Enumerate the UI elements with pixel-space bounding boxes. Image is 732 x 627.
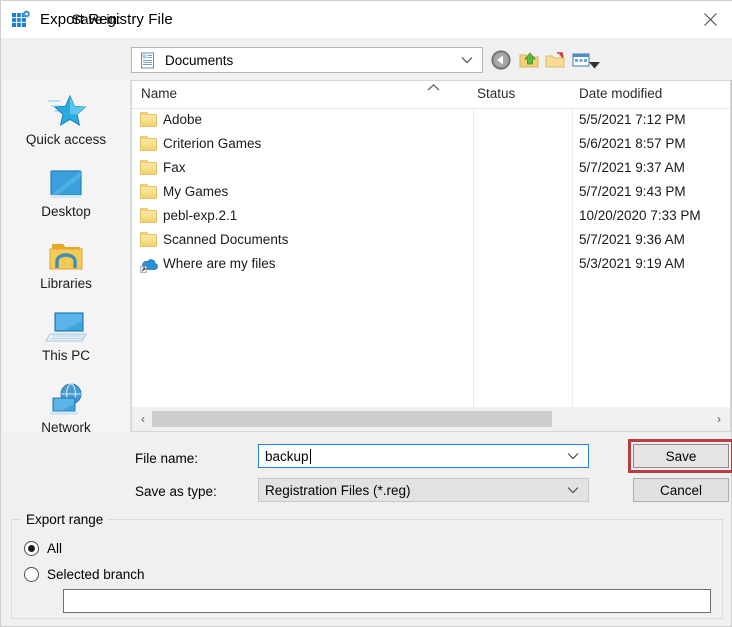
file-name: Fax (163, 160, 186, 175)
folder-icon (140, 184, 158, 201)
places-sidebar: Quick access Desktop Libraries This PC N… (2, 80, 131, 435)
radio-button-icon[interactable] (24, 541, 39, 556)
file-name-value: backup (265, 448, 309, 464)
sidebar-item-libraries[interactable]: Libraries (2, 232, 130, 291)
monitor-icon (2, 160, 130, 202)
save-as-type-label: Save as type: (135, 484, 217, 499)
file-list-horizontal-scrollbar[interactable]: ‹ › (131, 407, 731, 432)
file-name: Adobe (163, 112, 203, 127)
chevron-down-icon[interactable] (567, 481, 579, 499)
folder-icon (140, 160, 158, 177)
sidebar-item-label: Network (41, 420, 91, 435)
table-row[interactable]: Fax 5/7/2021 9:37 AM (132, 157, 730, 181)
file-name: Criterion Games (163, 136, 262, 151)
back-button[interactable] (490, 49, 512, 71)
file-date-modified: 5/6/2021 8:57 PM (579, 136, 686, 151)
export-registry-file-dialog: Export Registry File Save in: Documents … (0, 0, 732, 627)
save-as-type-value: Registration Files (*.reg) (265, 482, 411, 498)
save-in-combobox[interactable]: Documents (131, 47, 483, 73)
folder-icon (140, 208, 158, 225)
onedrive-shortcut-icon (140, 256, 158, 273)
column-header-date[interactable]: Date modified (579, 86, 662, 101)
save-in-label: Save in: (72, 12, 121, 27)
libraries-folder-icon (2, 232, 130, 274)
save-button[interactable]: Save (633, 444, 729, 468)
radio-all[interactable]: All (24, 541, 62, 556)
sidebar-item-label: This PC (41, 348, 90, 363)
file-date-modified: 10/20/2020 7:33 PM (579, 208, 701, 223)
views-chevron-down-icon[interactable] (589, 56, 600, 74)
file-name: Where are my files (163, 256, 276, 271)
sidebar-item-desktop[interactable]: Desktop (2, 160, 130, 219)
file-name-input[interactable]: backup (258, 444, 589, 468)
scroll-right-icon[interactable]: › (710, 407, 728, 430)
file-date-modified: 5/3/2021 9:19 AM (579, 256, 685, 271)
sidebar-item-this-pc[interactable]: This PC (2, 304, 130, 363)
folder-icon (140, 136, 158, 153)
table-row[interactable]: My Games 5/7/2021 9:43 PM (132, 181, 730, 205)
file-list-panel: Name Status Date modified Adobe 5/5/2021… (131, 80, 731, 432)
table-row[interactable]: Adobe 5/5/2021 7:12 PM (132, 109, 730, 133)
sidebar-item-label: Libraries (40, 276, 92, 291)
new-folder-button[interactable] (544, 49, 566, 71)
table-row[interactable]: Where are my files 5/3/2021 9:19 AM (132, 253, 730, 277)
documents-folder-icon (139, 52, 156, 69)
radio-selected-branch[interactable]: Selected branch (24, 567, 145, 582)
sidebar-item-network[interactable]: Network (2, 376, 130, 435)
scroll-left-icon[interactable]: ‹ (134, 407, 152, 430)
table-row[interactable]: pebl-exp.2.1 10/20/2020 7:33 PM (132, 205, 730, 229)
column-header-status[interactable]: Status (477, 86, 515, 101)
file-date-modified: 5/7/2021 9:36 AM (579, 232, 685, 247)
sidebar-item-label: Desktop (41, 204, 91, 219)
file-list-header: Name Status Date modified (132, 81, 730, 109)
sort-ascending-caret-icon (427, 82, 440, 94)
save-as-type-select[interactable]: Registration Files (*.reg) (258, 478, 589, 502)
chevron-down-icon[interactable] (461, 51, 473, 69)
table-row[interactable]: Scanned Documents 5/7/2021 9:36 AM (132, 229, 730, 253)
scrollbar-thumb[interactable] (152, 411, 552, 427)
network-globe-icon (2, 376, 130, 418)
file-name-label: File name: (135, 451, 199, 466)
file-name: pebl-exp.2.1 (163, 208, 238, 223)
file-date-modified: 5/7/2021 9:43 PM (579, 184, 686, 199)
registry-editor-icon (11, 10, 31, 30)
text-caret (309, 448, 311, 464)
column-header-name[interactable]: Name (141, 86, 177, 101)
sidebar-item-label: Quick access (25, 132, 107, 147)
up-folder-button[interactable] (518, 49, 540, 71)
sidebar-item-quick-access[interactable]: Quick access (2, 88, 130, 147)
chevron-down-icon[interactable] (567, 447, 579, 465)
file-date-modified: 5/7/2021 9:37 AM (579, 160, 685, 175)
folder-icon (140, 232, 158, 249)
radio-button-icon[interactable] (24, 567, 39, 582)
cancel-button[interactable]: Cancel (633, 478, 729, 502)
file-date-modified: 5/5/2021 7:12 PM (579, 112, 686, 127)
file-name: Scanned Documents (163, 232, 289, 247)
export-range-title: Export range (21, 512, 109, 527)
star-icon (2, 88, 130, 130)
file-name: My Games (163, 184, 229, 199)
table-row[interactable]: Criterion Games 5/6/2021 8:57 PM (132, 133, 730, 157)
radio-all-label: All (47, 541, 63, 556)
computer-icon (2, 304, 130, 346)
close-icon[interactable] (687, 1, 732, 38)
selected-branch-input[interactable] (63, 589, 711, 613)
radio-selected-branch-label: Selected branch (47, 567, 145, 582)
folder-icon (140, 112, 158, 129)
save-in-value: Documents (165, 52, 234, 68)
